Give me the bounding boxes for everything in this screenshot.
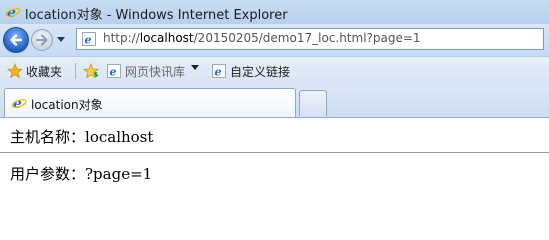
svg-text:e: e — [85, 34, 92, 47]
star-icon — [7, 63, 23, 79]
back-button[interactable] — [3, 27, 29, 53]
arrow-right-icon — [36, 34, 48, 46]
window-title: location对象 - Windows Internet Explorer — [25, 8, 288, 23]
tab-bar: e location对象 — [0, 84, 549, 118]
svg-text:e: e — [7, 5, 16, 20]
arrow-left-icon — [10, 34, 23, 46]
favorites-button[interactable]: 收藏夹 — [7, 62, 69, 80]
svg-text:e: e — [13, 96, 22, 111]
web-slice-label: 网页快讯库 — [125, 65, 186, 79]
ie-page-icon: e — [212, 64, 226, 79]
browser-window: e location对象 - Windows Internet Explorer… — [0, 0, 549, 223]
address-bar[interactable]: e http://localhost/20150205/demo17_loc.h… — [76, 28, 544, 50]
ie-logo-icon: e — [5, 5, 21, 20]
page-content: 主机名称：localhost 用户参数：?page=1 — [0, 118, 549, 223]
new-tab-button[interactable] — [299, 90, 327, 116]
recent-pages-dropdown[interactable] — [57, 37, 65, 42]
url-protocol: http:// — [103, 31, 140, 45]
favorites-bar: 收藏夹 e 网页快讯库 e 自定义链接 — [0, 56, 549, 84]
address-url: http://localhost/20150205/demo17_loc.htm… — [103, 31, 421, 45]
customize-links-link[interactable]: e 自定义链接 — [211, 62, 295, 80]
page-icon: e — [82, 32, 96, 47]
favorites-separator — [75, 63, 76, 79]
url-path: /20150205/demo17_loc.html?page=1 — [193, 31, 421, 45]
horizontal-rule — [0, 152, 549, 153]
navigation-bar: e http://localhost/20150205/demo17_loc.h… — [0, 24, 549, 56]
host-value: localhost — [85, 128, 154, 146]
ie-logo-icon: e — [11, 96, 27, 111]
chevron-down-icon[interactable] — [191, 65, 199, 70]
favorites-label: 收藏夹 — [26, 65, 63, 79]
ie-page-icon: e — [107, 64, 121, 79]
custom-links-label: 自定义链接 — [230, 65, 291, 79]
add-favorite-button[interactable] — [83, 62, 103, 80]
web-slice-gallery-link[interactable]: e 网页快讯库 — [106, 62, 200, 80]
host-label: 主机名称： — [10, 128, 86, 146]
tab-location-object[interactable]: e location对象 — [4, 88, 296, 117]
svg-text:e: e — [215, 66, 222, 79]
search-value: ?page=1 — [85, 165, 153, 183]
add-favorite-star-icon — [83, 63, 99, 79]
host-line: 主机名称：localhost — [10, 126, 153, 147]
tab-label: location对象 — [31, 98, 103, 112]
forward-button[interactable] — [31, 29, 53, 51]
url-host: localhost — [139, 31, 194, 45]
svg-text:e: e — [110, 66, 117, 79]
title-bar: e location对象 - Windows Internet Explorer — [0, 0, 549, 24]
search-line: 用户参数：?page=1 — [10, 163, 152, 184]
search-label: 用户参数： — [10, 165, 86, 183]
